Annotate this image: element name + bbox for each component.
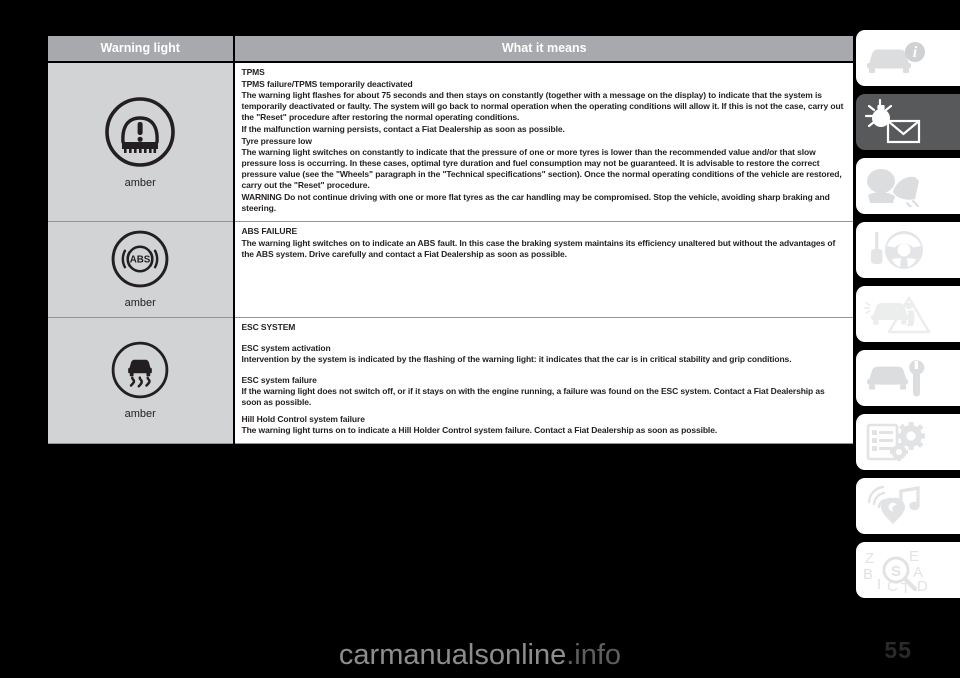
body-copy: If the warning light does not switch off… [241, 385, 825, 407]
car-hazard-icon [863, 292, 933, 336]
tab-alphabetical-index[interactable]: Z B I C T E A D S [856, 542, 960, 598]
watermark-suffix: .info [566, 639, 622, 671]
table-row: amber TPMS TPMS failure/TPMS temporarily… [48, 62, 853, 223]
car-info-icon: i [863, 38, 929, 78]
list-gears-icon [863, 421, 929, 463]
tab-in-an-emergency[interactable] [856, 286, 960, 342]
car-wrench-icon [863, 357, 929, 399]
tab-multimedia[interactable] [856, 478, 960, 534]
svg-text:i: i [913, 44, 918, 61]
column-header-warning-light: Warning light [48, 36, 233, 63]
svg-text:E: E [909, 548, 919, 565]
sub-title: ESC system activation [241, 342, 331, 353]
tab-safety[interactable] [856, 158, 960, 214]
warning-light-cell: ABS amber [48, 221, 233, 319]
svg-text:ABS: ABS [130, 255, 151, 266]
body-copy: The warning light switches on constantly… [241, 146, 842, 190]
key-steering-icon [863, 229, 927, 271]
table-header-row: Warning light What it means [48, 36, 853, 63]
svg-text:Z: Z [865, 550, 874, 567]
tab-technical-specifications[interactable] [856, 414, 960, 470]
tab-dashboard-and-controls[interactable]: i [856, 30, 960, 86]
section-tab-rail[interactable]: i Z B I C T E A D S [856, 30, 960, 606]
table-row: amber ESC SYSTEM ESC system activation I… [48, 317, 853, 444]
sub-title: ESC system failure [241, 374, 317, 385]
music-radio-icon [863, 484, 929, 528]
sub-title: TPMS failure/TPMS temporarily deactivate… [241, 78, 413, 89]
tpms-tyre-pressure-icon [102, 96, 178, 174]
warning-lights-table: Warning light What it means amber TPMS T… [48, 36, 853, 444]
esc-skid-icon [109, 341, 171, 405]
svg-text:D: D [917, 578, 928, 593]
svg-text:B: B [863, 566, 873, 583]
description-cell: TPMS TPMS failure/TPMS temporarily deact… [235, 62, 853, 223]
warning-light-cell: amber [48, 62, 233, 223]
lamp-title: ABS FAILURE [241, 226, 298, 237]
sub-title: Tyre pressure low [241, 135, 312, 146]
site-watermark: carmanualsonline.info [0, 639, 960, 672]
tab-starting-and-driving[interactable] [856, 222, 960, 278]
body-copy: If the malfunction warning persists, con… [241, 123, 565, 134]
manual-page: Warning light What it means amber TPMS T… [0, 0, 960, 678]
sub-title: Hill Hold Control system failure [241, 413, 365, 424]
watermark-main: carmanualsonline [338, 639, 567, 671]
body-copy: Intervention by the system is indicated … [241, 353, 792, 364]
body-copy: The warning light flashes for about 75 s… [241, 89, 844, 122]
column-header-what-it-means: What it means [235, 36, 853, 63]
tab-maintenance-and-care[interactable] [856, 350, 960, 406]
body-copy: The warning light turns on to indicate a… [241, 424, 718, 435]
description-cell: ESC SYSTEM ESC system activation Interve… [235, 317, 853, 444]
lamp-title: ESC SYSTEM [241, 322, 296, 333]
body-copy: The warning light switches on to indicat… [241, 237, 836, 260]
warning-light-colour-label: amber [124, 176, 156, 189]
warning-light-colour-label: amber [124, 407, 156, 420]
abs-failure-icon: ABS [109, 230, 171, 294]
body-copy: WARNING Do not continue driving with one… [241, 192, 830, 214]
table-body: amber TPMS TPMS failure/TPMS temporarily… [48, 62, 853, 444]
svg-text:I: I [877, 576, 881, 593]
warning-light-colour-label: amber [124, 297, 156, 310]
warning-light-cell: amber [48, 317, 233, 444]
index-magnifier-icon: Z B I C T E A D S [863, 547, 941, 593]
svg-text:S: S [891, 563, 901, 580]
lamp-title: TPMS [241, 67, 265, 77]
airbag-icon [863, 165, 925, 207]
tab-warning-lights-messages[interactable] [856, 94, 960, 150]
description-cell: ABS FAILURE The warning light switches o… [235, 221, 853, 319]
table-row: ABS amber ABS FAILURE The warning light … [48, 221, 853, 319]
bulb-envelope-icon [863, 99, 933, 145]
